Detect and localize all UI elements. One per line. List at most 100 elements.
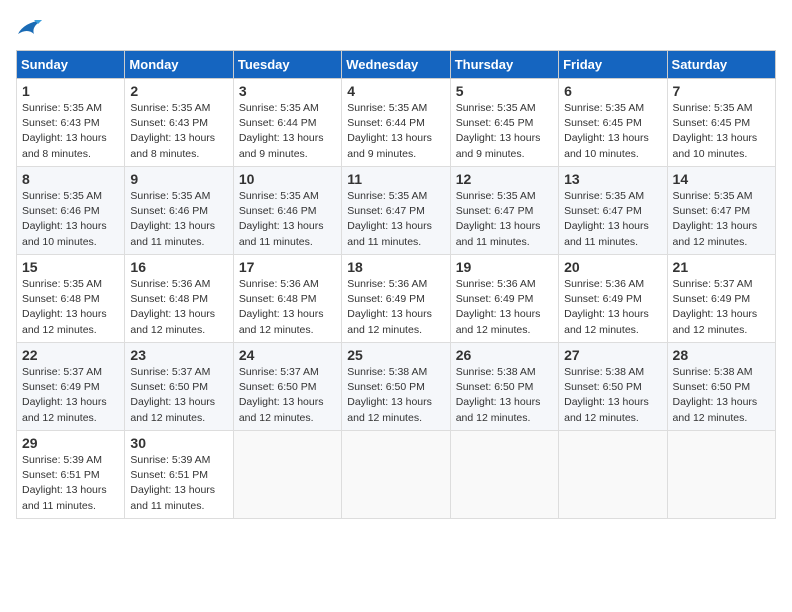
sunrise-text: Sunrise: 5:35 AM (22, 278, 102, 290)
sunrise-text: Sunrise: 5:36 AM (347, 278, 427, 290)
day-of-week-header: Saturday (667, 51, 775, 79)
calendar-day-cell: 8 Sunrise: 5:35 AM Sunset: 6:46 PM Dayli… (17, 167, 125, 255)
day-number: 10 (239, 171, 336, 187)
daylight-text: Daylight: 13 hours and 12 minutes. (347, 308, 432, 335)
calendar-day-cell: 11 Sunrise: 5:35 AM Sunset: 6:47 PM Dayl… (342, 167, 450, 255)
daylight-text: Daylight: 13 hours and 9 minutes. (456, 132, 541, 159)
cell-info: Sunrise: 5:39 AM Sunset: 6:51 PM Dayligh… (130, 453, 227, 514)
day-number: 5 (456, 83, 553, 99)
sunset-text: Sunset: 6:50 PM (564, 381, 642, 393)
sunrise-text: Sunrise: 5:39 AM (22, 454, 102, 466)
sunrise-text: Sunrise: 5:35 AM (673, 190, 753, 202)
sunrise-text: Sunrise: 5:36 AM (239, 278, 319, 290)
sunrise-text: Sunrise: 5:35 AM (239, 190, 319, 202)
sunset-text: Sunset: 6:50 PM (347, 381, 425, 393)
sunset-text: Sunset: 6:43 PM (130, 117, 208, 129)
daylight-text: Daylight: 13 hours and 12 minutes. (22, 396, 107, 423)
cell-info: Sunrise: 5:38 AM Sunset: 6:50 PM Dayligh… (564, 365, 661, 426)
sunset-text: Sunset: 6:49 PM (456, 293, 534, 305)
calendar-day-cell: 23 Sunrise: 5:37 AM Sunset: 6:50 PM Dayl… (125, 343, 233, 431)
calendar-day-cell: 2 Sunrise: 5:35 AM Sunset: 6:43 PM Dayli… (125, 79, 233, 167)
cell-info: Sunrise: 5:36 AM Sunset: 6:48 PM Dayligh… (130, 277, 227, 338)
day-number: 7 (673, 83, 770, 99)
daylight-text: Daylight: 13 hours and 12 minutes. (673, 396, 758, 423)
day-number: 2 (130, 83, 227, 99)
sunset-text: Sunset: 6:47 PM (673, 205, 751, 217)
sunrise-text: Sunrise: 5:37 AM (239, 366, 319, 378)
cell-info: Sunrise: 5:35 AM Sunset: 6:47 PM Dayligh… (347, 189, 444, 250)
day-of-week-header: Tuesday (233, 51, 341, 79)
cell-info: Sunrise: 5:36 AM Sunset: 6:48 PM Dayligh… (239, 277, 336, 338)
calendar-day-cell: 22 Sunrise: 5:37 AM Sunset: 6:49 PM Dayl… (17, 343, 125, 431)
sunrise-text: Sunrise: 5:35 AM (22, 190, 102, 202)
cell-info: Sunrise: 5:39 AM Sunset: 6:51 PM Dayligh… (22, 453, 119, 514)
sunset-text: Sunset: 6:45 PM (673, 117, 751, 129)
sunrise-text: Sunrise: 5:35 AM (456, 102, 536, 114)
cell-info: Sunrise: 5:35 AM Sunset: 6:47 PM Dayligh… (564, 189, 661, 250)
day-of-week-header: Sunday (17, 51, 125, 79)
day-number: 14 (673, 171, 770, 187)
sunrise-text: Sunrise: 5:37 AM (22, 366, 102, 378)
daylight-text: Daylight: 13 hours and 11 minutes. (456, 220, 541, 247)
daylight-text: Daylight: 13 hours and 12 minutes. (564, 396, 649, 423)
cell-info: Sunrise: 5:35 AM Sunset: 6:45 PM Dayligh… (673, 101, 770, 162)
daylight-text: Daylight: 13 hours and 12 minutes. (130, 308, 215, 335)
calendar-day-cell: 15 Sunrise: 5:35 AM Sunset: 6:48 PM Dayl… (17, 255, 125, 343)
calendar-day-cell: 17 Sunrise: 5:36 AM Sunset: 6:48 PM Dayl… (233, 255, 341, 343)
sunset-text: Sunset: 6:43 PM (22, 117, 100, 129)
sunrise-text: Sunrise: 5:36 AM (564, 278, 644, 290)
cell-info: Sunrise: 5:35 AM Sunset: 6:48 PM Dayligh… (22, 277, 119, 338)
sunset-text: Sunset: 6:44 PM (239, 117, 317, 129)
sunset-text: Sunset: 6:49 PM (673, 293, 751, 305)
sunrise-text: Sunrise: 5:35 AM (564, 102, 644, 114)
daylight-text: Daylight: 13 hours and 9 minutes. (347, 132, 432, 159)
day-number: 15 (22, 259, 119, 275)
daylight-text: Daylight: 13 hours and 11 minutes. (130, 220, 215, 247)
day-number: 18 (347, 259, 444, 275)
calendar-day-cell: 13 Sunrise: 5:35 AM Sunset: 6:47 PM Dayl… (559, 167, 667, 255)
calendar-day-cell: 9 Sunrise: 5:35 AM Sunset: 6:46 PM Dayli… (125, 167, 233, 255)
cell-info: Sunrise: 5:37 AM Sunset: 6:49 PM Dayligh… (22, 365, 119, 426)
daylight-text: Daylight: 13 hours and 12 minutes. (456, 396, 541, 423)
day-number: 30 (130, 435, 227, 451)
calendar-day-cell: 25 Sunrise: 5:38 AM Sunset: 6:50 PM Dayl… (342, 343, 450, 431)
day-of-week-header: Wednesday (342, 51, 450, 79)
daylight-text: Daylight: 13 hours and 12 minutes. (456, 308, 541, 335)
day-of-week-header: Monday (125, 51, 233, 79)
sunrise-text: Sunrise: 5:35 AM (347, 102, 427, 114)
cell-info: Sunrise: 5:35 AM Sunset: 6:43 PM Dayligh… (22, 101, 119, 162)
day-number: 23 (130, 347, 227, 363)
calendar-week-row: 29 Sunrise: 5:39 AM Sunset: 6:51 PM Dayl… (17, 431, 776, 519)
calendar-table: SundayMondayTuesdayWednesdayThursdayFrid… (16, 50, 776, 519)
sunrise-text: Sunrise: 5:37 AM (673, 278, 753, 290)
sunset-text: Sunset: 6:49 PM (347, 293, 425, 305)
cell-info: Sunrise: 5:35 AM Sunset: 6:43 PM Dayligh… (130, 101, 227, 162)
day-of-week-header: Thursday (450, 51, 558, 79)
day-number: 12 (456, 171, 553, 187)
sunset-text: Sunset: 6:46 PM (130, 205, 208, 217)
calendar-week-row: 22 Sunrise: 5:37 AM Sunset: 6:49 PM Dayl… (17, 343, 776, 431)
sunrise-text: Sunrise: 5:35 AM (130, 102, 210, 114)
day-number: 25 (347, 347, 444, 363)
sunrise-text: Sunrise: 5:36 AM (456, 278, 536, 290)
day-number: 24 (239, 347, 336, 363)
calendar-day-cell: 3 Sunrise: 5:35 AM Sunset: 6:44 PM Dayli… (233, 79, 341, 167)
sunset-text: Sunset: 6:48 PM (22, 293, 100, 305)
cell-info: Sunrise: 5:37 AM Sunset: 6:50 PM Dayligh… (239, 365, 336, 426)
day-number: 20 (564, 259, 661, 275)
calendar-day-cell (559, 431, 667, 519)
sunrise-text: Sunrise: 5:36 AM (130, 278, 210, 290)
calendar-day-cell: 10 Sunrise: 5:35 AM Sunset: 6:46 PM Dayl… (233, 167, 341, 255)
day-number: 29 (22, 435, 119, 451)
calendar-day-cell: 20 Sunrise: 5:36 AM Sunset: 6:49 PM Dayl… (559, 255, 667, 343)
calendar-day-cell: 12 Sunrise: 5:35 AM Sunset: 6:47 PM Dayl… (450, 167, 558, 255)
sunset-text: Sunset: 6:46 PM (22, 205, 100, 217)
calendar-day-cell: 24 Sunrise: 5:37 AM Sunset: 6:50 PM Dayl… (233, 343, 341, 431)
calendar-day-cell: 14 Sunrise: 5:35 AM Sunset: 6:47 PM Dayl… (667, 167, 775, 255)
day-number: 13 (564, 171, 661, 187)
day-number: 22 (22, 347, 119, 363)
sunset-text: Sunset: 6:47 PM (456, 205, 534, 217)
sunrise-text: Sunrise: 5:35 AM (22, 102, 102, 114)
cell-info: Sunrise: 5:38 AM Sunset: 6:50 PM Dayligh… (347, 365, 444, 426)
calendar-day-cell (342, 431, 450, 519)
